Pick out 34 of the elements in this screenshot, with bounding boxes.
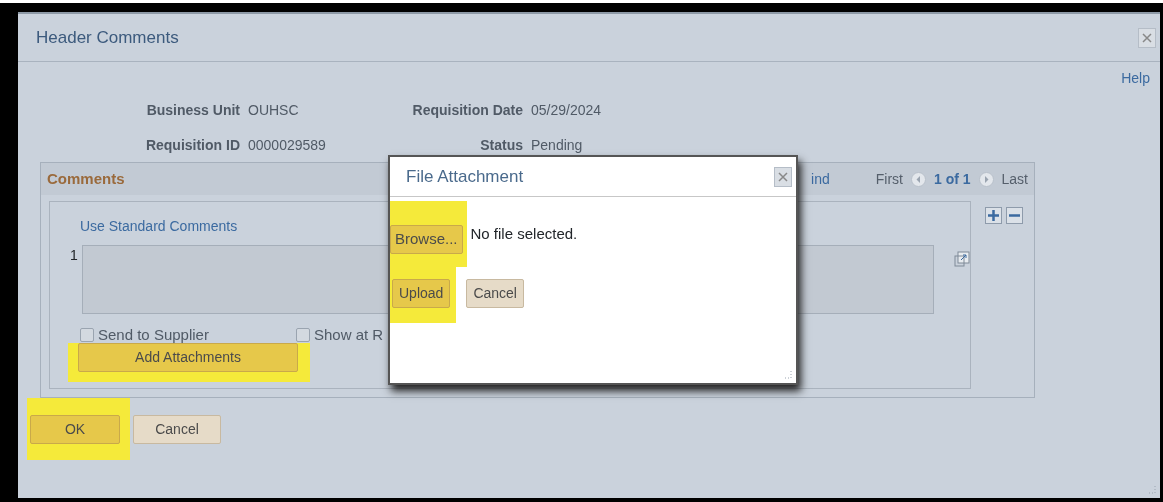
- checkbox-label: Show at R: [314, 325, 384, 345]
- dialog-title: File Attachment: [406, 165, 524, 188]
- checkbox[interactable]: [80, 328, 94, 343]
- field-label: Requisition ID: [144, 136, 240, 155]
- upload-button[interactable]: Upload: [392, 278, 451, 308]
- field-value: Pending: [531, 136, 584, 155]
- field-label: Requisition Date: [411, 101, 523, 120]
- cancel-button[interactable]: Cancel: [133, 414, 221, 444]
- add-row-icon[interactable]: [985, 207, 1002, 224]
- cancel-button[interactable]: Cancel: [466, 278, 524, 308]
- checkbox[interactable]: [296, 328, 310, 343]
- resize-grip-icon[interactable]: [782, 369, 792, 379]
- ok-button[interactable]: OK: [30, 414, 120, 444]
- field-label: Status: [479, 136, 523, 155]
- field-value: OUHSC: [248, 101, 300, 120]
- expand-icon[interactable]: [953, 251, 970, 267]
- window-title: Header Comments: [36, 26, 179, 49]
- page-position: 1 of 1: [933, 169, 971, 189]
- help-link[interactable]: Help: [1121, 68, 1150, 88]
- file-status: No file selected.: [470, 223, 578, 244]
- field-value: 0000029589: [248, 136, 327, 155]
- resize-grip-icon[interactable]: [1146, 484, 1156, 494]
- panel-title: Comments: [47, 168, 125, 189]
- checkbox-label: Send to Supplier: [98, 325, 209, 345]
- find-link[interactable]: ind: [811, 168, 830, 190]
- close-icon[interactable]: [774, 166, 792, 187]
- delete-row-icon[interactable]: [1006, 207, 1023, 224]
- field-label: Business Unit: [145, 101, 240, 120]
- close-icon[interactable]: [1138, 27, 1156, 48]
- standard-comments-link[interactable]: Use Standard Comments: [80, 218, 238, 234]
- field-value: 05/29/2024: [531, 101, 603, 120]
- row-number: 1: [70, 246, 78, 265]
- browse-button[interactable]: Browse...: [390, 225, 463, 254]
- add-attachments-button[interactable]: Add Attachments: [78, 342, 298, 372]
